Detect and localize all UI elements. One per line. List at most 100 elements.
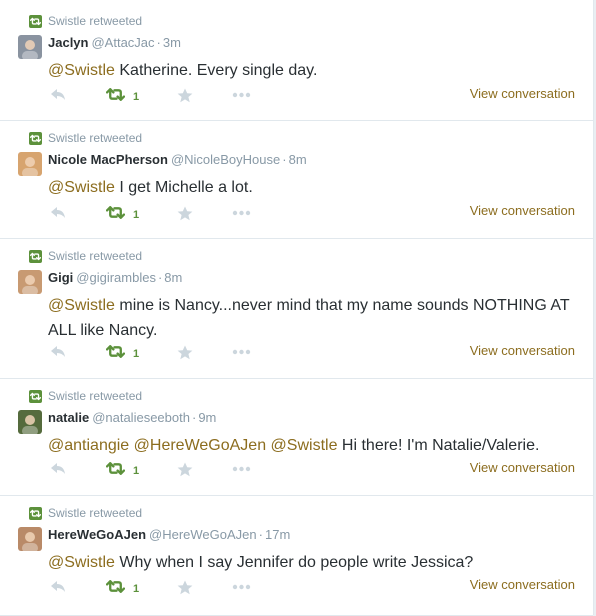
- mention-link[interactable]: @HereWeGoAJen: [134, 437, 266, 454]
- retweet-context: Swistle retweeted: [29, 389, 142, 403]
- view-conversation-link[interactable]: View conversation: [470, 203, 575, 218]
- favorite-button[interactable]: [177, 206, 193, 226]
- retweet-icon: [105, 345, 126, 363]
- reply-button[interactable]: [50, 206, 67, 225]
- retweet-context: Swistle retweeted: [29, 249, 142, 263]
- more-icon: [232, 462, 251, 481]
- view-conversation-link[interactable]: View conversation: [470, 460, 575, 475]
- tweet[interactable]: Swistle retweeted HereWeGoAJen @HereWeGoAJ…: [0, 495, 593, 616]
- tweet-text: @Swistle I get Michelle a lot.: [48, 175, 578, 200]
- author-fullname[interactable]: Gigi: [48, 270, 73, 285]
- retweet-context: Swistle retweeted: [29, 131, 142, 145]
- author-fullname[interactable]: Nicole MacPherson: [48, 152, 168, 167]
- tweet-timestamp[interactable]: 8m: [164, 270, 182, 285]
- star-icon: [177, 206, 193, 226]
- mention-link[interactable]: @Swistle: [48, 297, 115, 314]
- more-button[interactable]: [232, 462, 251, 481]
- more-button[interactable]: [232, 345, 251, 364]
- tweet-text-segment: I get Michelle a lot.: [114, 179, 253, 196]
- reply-button[interactable]: [50, 345, 67, 364]
- tweet[interactable]: Swistle retweeted natalie @natalieseeboth ·…: [0, 378, 593, 496]
- tweet-text: @Swistle mine is Nancy...never mind that…: [48, 293, 578, 343]
- star-icon: [177, 88, 193, 108]
- author-screen-name[interactable]: @natalieseeboth: [92, 410, 190, 425]
- tweet-timestamp[interactable]: 9m: [198, 410, 216, 425]
- tweet-timestamp[interactable]: 8m: [289, 152, 307, 167]
- favorite-button[interactable]: [177, 345, 193, 365]
- more-icon: [232, 345, 251, 364]
- retweet-button[interactable]: 1: [105, 345, 140, 363]
- tweet-header: natalie @natalieseeboth · 9m: [48, 410, 216, 425]
- tweet[interactable]: Swistle retweeted Jaclyn @AttacJac · 3m @Swis…: [0, 3, 593, 121]
- retweet-icon: [29, 506, 42, 520]
- reply-icon: [50, 462, 67, 481]
- retweet-count: 1: [133, 583, 140, 595]
- tweet-text: @Swistle Why when I say Jennifer do peop…: [48, 550, 578, 575]
- tweet-text: @Swistle Katherine. Every single day.: [48, 58, 578, 83]
- retweet-icon: [29, 249, 42, 263]
- separator: ·: [282, 152, 287, 167]
- retweet-button[interactable]: 1: [105, 206, 140, 224]
- avatar[interactable]: [18, 410, 42, 434]
- more-button[interactable]: [232, 206, 251, 225]
- reply-icon: [50, 345, 67, 364]
- tweet-text-segment: Hi there! I'm Natalie/Valerie.: [337, 437, 540, 454]
- reply-button[interactable]: [50, 462, 67, 481]
- star-icon: [177, 580, 193, 600]
- retweet-count: 1: [133, 209, 140, 221]
- mention-link[interactable]: @antiangie: [48, 437, 129, 454]
- view-conversation-link[interactable]: View conversation: [470, 577, 575, 592]
- author-fullname[interactable]: natalie: [48, 410, 89, 425]
- tweet[interactable]: Swistle retweeted Nicole MacPherson @Nicol…: [0, 120, 593, 239]
- favorite-button[interactable]: [177, 88, 193, 108]
- mention-link[interactable]: @Swistle: [48, 62, 115, 79]
- separator: ·: [258, 527, 263, 542]
- retweet-count: 1: [133, 348, 140, 360]
- reply-button[interactable]: [50, 580, 67, 599]
- retweet-context-label: Swistle retweeted: [48, 131, 143, 145]
- view-conversation-link[interactable]: View conversation: [470, 343, 575, 358]
- mention-link[interactable]: @Swistle: [48, 554, 115, 571]
- mention-link[interactable]: @Swistle: [48, 179, 115, 196]
- separator: ·: [156, 35, 161, 50]
- author-screen-name[interactable]: @gigirambles: [76, 270, 156, 285]
- avatar[interactable]: [18, 527, 42, 551]
- retweet-icon: [29, 389, 42, 403]
- retweet-button[interactable]: 1: [105, 88, 139, 106]
- more-button[interactable]: [232, 580, 251, 599]
- retweet-button[interactable]: 1: [105, 580, 140, 598]
- retweet-context: Swistle retweeted: [29, 14, 142, 28]
- reply-icon: [50, 580, 67, 599]
- author-screen-name[interactable]: @HereWeGoAJen: [149, 527, 257, 542]
- separator: ·: [191, 410, 197, 425]
- view-conversation-link[interactable]: View conversation: [470, 86, 575, 101]
- favorite-button[interactable]: [177, 462, 193, 482]
- more-icon: [232, 206, 251, 225]
- retweet-button[interactable]: 1: [105, 462, 139, 480]
- author-screen-name[interactable]: @NicoleBoyHouse: [171, 152, 280, 167]
- tweet-timestamp[interactable]: 17m: [265, 527, 290, 542]
- tweet-timestamp[interactable]: 3m: [163, 35, 181, 50]
- reply-button[interactable]: [50, 88, 67, 107]
- mention-link[interactable]: @Swistle: [271, 437, 338, 454]
- tweet[interactable]: Swistle retweeted Gigi @gigirambles · 8m @Swi…: [0, 238, 593, 379]
- tweet-text-segment: Why when I say Jennifer do people write …: [114, 554, 474, 571]
- retweet-icon: [105, 462, 126, 480]
- tweet-text-segment: mine is Nancy...never mind that my name …: [48, 297, 570, 339]
- star-icon: [177, 345, 193, 365]
- author-fullname[interactable]: Jaclyn: [48, 35, 88, 50]
- star-icon: [177, 462, 193, 482]
- retweet-icon: [105, 580, 126, 598]
- avatar[interactable]: [18, 270, 42, 294]
- author-fullname[interactable]: HereWeGoAJen: [48, 527, 146, 542]
- retweet-icon: [105, 88, 126, 106]
- retweet-icon: [105, 206, 126, 224]
- author-screen-name[interactable]: @AttacJac: [91, 35, 154, 50]
- favorite-button[interactable]: [177, 580, 193, 600]
- tweet-text: @antiangie @HereWeGoAJen @Swistle Hi the…: [48, 433, 578, 458]
- avatar[interactable]: [18, 152, 42, 176]
- reply-icon: [50, 88, 67, 107]
- more-button[interactable]: [232, 88, 251, 107]
- avatar[interactable]: [18, 35, 42, 59]
- tweet-text-segment: Katherine. Every single day.: [114, 62, 318, 79]
